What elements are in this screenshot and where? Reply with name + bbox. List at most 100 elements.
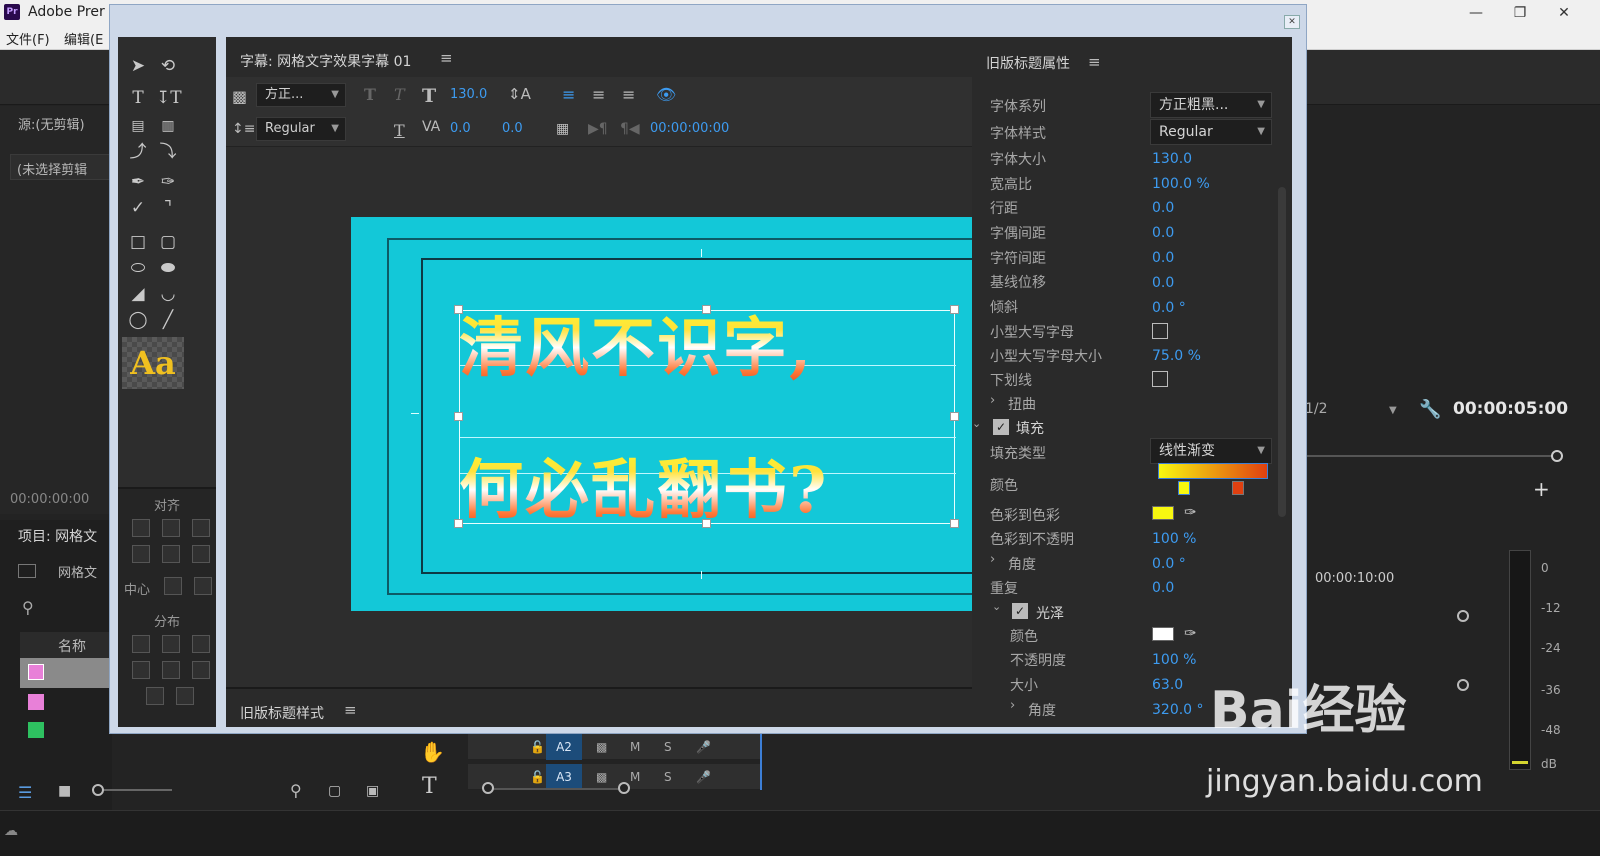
rectangle-tool-icon[interactable]: □ [126, 231, 150, 253]
project-title[interactable]: 项目: 网格文 [18, 526, 97, 546]
leading-icon[interactable]: ⇕A [508, 85, 531, 103]
small-caps-size-value[interactable]: 75.0 % [1152, 348, 1201, 364]
resize-handle[interactable] [950, 519, 959, 528]
align-left-text-icon[interactable]: ≡ [562, 85, 575, 104]
track-scroll-handle[interactable] [1457, 679, 1469, 691]
align-left-icon[interactable] [132, 519, 150, 537]
icon-view-icon[interactable]: ■ [58, 783, 71, 799]
new-item-icon[interactable]: ▣ [366, 783, 379, 799]
gradient-stop-end[interactable] [1232, 481, 1244, 495]
style-sample[interactable]: Aa [122, 337, 184, 389]
solo-button[interactable]: S [664, 770, 672, 784]
leading-value[interactable]: 0.0 [450, 121, 471, 136]
distribute-top-icon[interactable] [132, 661, 150, 679]
italic-icon[interactable]: T [394, 85, 405, 104]
menu-edit[interactable]: 编辑(E [64, 29, 103, 48]
close-icon[interactable]: ✕ [1544, 2, 1584, 24]
chevron-right-icon[interactable]: › [990, 552, 995, 567]
add-icon[interactable]: + [1533, 477, 1550, 501]
track-name[interactable]: A3 [546, 764, 582, 790]
mic-icon[interactable]: 🎤 [696, 770, 711, 784]
delete-anchor-tool-icon[interactable]: ✑ [156, 171, 180, 193]
caption-line-1[interactable]: 清风不识字, [459, 297, 813, 389]
font-size-value[interactable]: 130.0 [450, 87, 487, 102]
sheen-size-value[interactable]: 63.0 [1152, 677, 1183, 693]
align-right-text-icon[interactable]: ≡ [622, 85, 635, 104]
tab-stops-icon[interactable]: ▦ [556, 121, 569, 137]
distribute-spacing-h-icon[interactable] [146, 687, 164, 705]
line-tool-icon[interactable]: ╱ [156, 309, 180, 331]
center-vertical-icon[interactable] [194, 577, 212, 595]
chevron-down-icon[interactable]: ▼ [1389, 405, 1397, 416]
hand-icon[interactable]: ✋ [420, 740, 445, 764]
new-bin-icon[interactable]: ▢ [328, 783, 341, 799]
zoom-slider[interactable] [92, 789, 172, 791]
chevron-down-icon[interactable]: ⌄ [972, 417, 981, 430]
sheen-angle-value[interactable]: 320.0 ° [1152, 702, 1204, 718]
align-top-icon[interactable] [132, 545, 150, 563]
type-tool-icon[interactable]: T [422, 774, 437, 799]
caption-line-2[interactable]: 何必乱翻书? [459, 439, 829, 531]
panel-menu-icon[interactable]: ≡ [1088, 53, 1101, 71]
menu-file[interactable]: 文件(F) [6, 29, 50, 48]
wrench-icon[interactable]: 🔧 [1419, 399, 1441, 420]
aspect-value[interactable]: 100.0 % [1152, 176, 1210, 192]
playhead[interactable] [760, 734, 762, 790]
paragraph-icon[interactable]: ¶◀ [620, 121, 640, 137]
arc-tool-icon[interactable]: ◡ [156, 283, 180, 305]
title-canvas[interactable]: 清风不识字, 何必乱翻书? [351, 217, 1052, 611]
fill-type-select[interactable]: 线性渐变 ▼ [1150, 438, 1272, 464]
leading-value[interactable]: 0.0 [1152, 200, 1174, 216]
sync-icon[interactable]: ▩ [596, 770, 607, 784]
align-bottom-icon[interactable] [192, 545, 210, 563]
template-icon[interactable]: ▩ [232, 87, 247, 106]
align-center-h-icon[interactable] [162, 519, 180, 537]
color-swatch[interactable] [1152, 506, 1174, 520]
track-scroll-handle[interactable] [1457, 610, 1469, 622]
slant-value[interactable]: 0.0 ° [1152, 300, 1186, 316]
repeat-value[interactable]: 0.0 [1152, 580, 1174, 596]
chevron-right-icon[interactable]: › [1010, 698, 1015, 713]
sync-icon[interactable]: ▩ [596, 740, 607, 754]
underline-checkbox[interactable] [1152, 371, 1168, 387]
rounded-rectangle-tool-icon[interactable]: ▢ [156, 231, 180, 253]
solo-button[interactable]: S [664, 740, 672, 754]
vertical-area-type-tool-icon[interactable]: ▥ [156, 115, 180, 137]
tracking-value[interactable]: 0.0 [1152, 250, 1174, 266]
zoom-scrollbar[interactable] [484, 788, 624, 790]
baseline-shift-value[interactable]: 0.0 [1152, 275, 1174, 291]
resize-handle[interactable] [950, 412, 959, 421]
scrollbar[interactable] [1278, 187, 1286, 517]
distribute-left-icon[interactable] [132, 635, 150, 653]
add-anchor-tool-icon[interactable]: ✓ [126, 197, 150, 219]
clipped-corner-tool-icon[interactable]: ⬭ [126, 257, 150, 279]
rotation-tool-icon[interactable]: ⟲ [156, 55, 180, 77]
close-icon[interactable]: ✕ [1284, 15, 1300, 29]
sheen-checkbox[interactable]: ✓ [1012, 603, 1028, 619]
underline-icon[interactable]: T [394, 121, 405, 140]
distribute-middle-icon[interactable] [162, 661, 180, 679]
lock-icon[interactable]: 🔓 [530, 740, 545, 754]
zoom-slider-handle[interactable] [92, 784, 104, 796]
resolution-fraction[interactable]: 1/2 [1305, 401, 1328, 417]
distribute-center-icon[interactable] [162, 635, 180, 653]
scrub-bar[interactable] [1305, 455, 1557, 457]
show-video-icon[interactable]: 👁 [656, 85, 676, 104]
scroll-handle-left[interactable] [482, 782, 494, 794]
gradient-stop-start[interactable] [1178, 481, 1190, 495]
sheen-opacity-value[interactable]: 100 % [1152, 652, 1196, 668]
roll-crawl-icon[interactable]: ▶¶ [588, 121, 608, 137]
search-icon[interactable]: ⚲ [290, 781, 302, 800]
convert-anchor-tool-icon[interactable]: ⌝ [156, 197, 180, 219]
sheen-color-swatch[interactable] [1152, 627, 1174, 641]
area-type-tool-icon[interactable]: ▤ [126, 115, 150, 137]
font-family-select[interactable]: 方正... ▼ [256, 83, 346, 107]
small-caps-checkbox[interactable] [1152, 323, 1168, 339]
type-tool-icon[interactable]: T [126, 87, 150, 109]
list-item[interactable] [20, 658, 112, 688]
color-opacity-value[interactable]: 100 % [1152, 531, 1196, 547]
distribute-bottom-icon[interactable] [192, 661, 210, 679]
path-type-tool-icon[interactable]: ⤴ [126, 141, 150, 163]
restore-icon[interactable]: ❐ [1500, 2, 1540, 24]
editor-timecode[interactable]: 00:00:00:00 [650, 121, 729, 136]
